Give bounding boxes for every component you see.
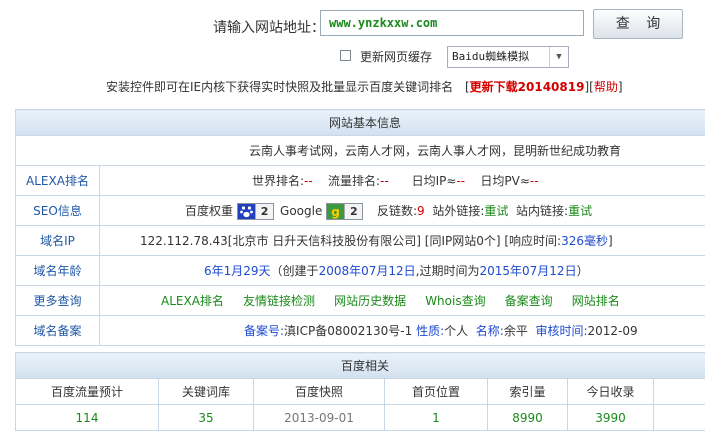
beian-nature-label: 性质: <box>416 324 444 338</box>
svg-text:g: g <box>332 205 341 219</box>
basic-info-title: 网站基本信息 <box>16 110 705 136</box>
beian-no-label: 备案号: <box>244 324 284 338</box>
baidu-weight-label: 百度权重 <box>185 204 233 218</box>
age-values: 6年1月29天（创建于2008年07月12日,过期时间为2015年07月12日） <box>100 256 705 286</box>
beian-audit-value: 2012-09 <box>588 324 638 338</box>
baidu-header-index: 索引量 <box>488 379 568 405</box>
backlinks-label: 反链数: <box>377 204 417 218</box>
baidu-header-today: 今日收录 <box>568 379 654 405</box>
beian-key: 域名备案 <box>16 316 100 346</box>
baidu-value-today[interactable]: 3990 <box>568 405 654 431</box>
query-button[interactable]: 查 询 <box>593 9 683 39</box>
world-rank-label: 世界排名: <box>252 174 304 188</box>
beian-row: 域名备案 备案号:滇ICP备08002130号-1 性质:个人 名称:余平 审核… <box>16 316 705 346</box>
alexa-key: ALEXA排名 <box>16 166 100 196</box>
baidu-header-row: 百度流量预计 关键词库 百度快照 首页位置 索引量 今日收录 <box>16 379 705 405</box>
more-link-beian[interactable]: 备案查询 <box>505 294 553 308</box>
baidu-header-homepage-pos: 首页位置 <box>385 379 488 405</box>
inlinks-label: 站内链接: <box>516 204 568 218</box>
ip-values: 122.112.78.43[北京市 日升天信科技股份有限公司] [同IP网站0个… <box>100 226 705 256</box>
world-rank-value: -- <box>304 174 313 188</box>
seo-key: SEO信息 <box>16 196 100 226</box>
baidu-weight-badge[interactable]: 2 <box>237 203 274 220</box>
google-rank-value: 2 <box>344 204 362 219</box>
help-link[interactable]: 帮助 <box>594 80 618 94</box>
more-row: 更多查询 ALEXA排名 友情链接检测 网站历史数据 Whois查询 备案查询 … <box>16 286 705 316</box>
alexa-row: ALEXA排名 世界排名:-- 流量排名:-- 日均IP≈-- 日均PV≈-- <box>16 166 705 196</box>
more-link-whois[interactable]: Whois查询 <box>425 294 485 308</box>
seo-row: SEO信息 百度权重2Googleg2 反链数:9 站外链接:重试 站内链接:重… <box>16 196 705 226</box>
cache-label: 更新网页缓存 <box>360 48 432 65</box>
beian-no-value: 滇ICP备08002130号-1 <box>284 324 412 338</box>
beian-nature-value: 个人 <box>444 324 468 338</box>
baidu-value-row: 114 35 2013-09-01 1 8990 3990 <box>16 405 705 431</box>
ip-text: 122.112.78.43[北京市 日升天信科技股份有限公司] [同IP网站0个… <box>140 234 561 248</box>
created-value: 2008年07月12日 <box>319 264 416 278</box>
expire-label: ,过期时间为 <box>416 264 480 278</box>
backlinks-value[interactable]: 9 <box>417 204 425 218</box>
install-notice: 安装控件即可在IE内核下获得实时快照及批量显示百度关键词排名 [更新下载2014… <box>106 78 623 95</box>
baidu-value-keywords[interactable]: 35 <box>159 405 254 431</box>
baidu-value-flow: 114 <box>16 405 159 431</box>
spider-select-value: Baidu蜘蛛模拟 <box>452 50 529 63</box>
google-rank-badge[interactable]: g2 <box>326 203 363 220</box>
baidu-value-snapshot[interactable]: 2013-09-01 <box>254 405 385 431</box>
daily-pv-value: -- <box>530 174 539 188</box>
beian-name-label: 名称: <box>476 324 504 338</box>
daily-pv-label: 日均PV≈ <box>480 174 530 188</box>
seo-values: 百度权重2Googleg2 反链数:9 站外链接:重试 站内链接:重试 <box>100 196 705 226</box>
beian-name-value: 余平 <box>504 324 528 338</box>
more-link-alexa[interactable]: ALEXA排名 <box>161 294 224 308</box>
baidu-paw-icon <box>238 204 255 219</box>
more-link-history[interactable]: 网站历史数据 <box>334 294 406 308</box>
notice-bracket-mid: ][ <box>584 80 593 94</box>
ip-row: 域名IP 122.112.78.43[北京市 日升天信科技股份有限公司] [同I… <box>16 226 705 256</box>
baidu-value-spacer <box>654 405 705 431</box>
notice-bracket-close: ] <box>618 80 623 94</box>
expire-value: 2015年07月12日 <box>479 264 576 278</box>
google-label: Google <box>280 204 322 218</box>
baidu-header-flow: 百度流量预计 <box>16 379 159 405</box>
ip-key: 域名IP <box>16 226 100 256</box>
domain-age-value: 6年1月29天 <box>204 264 271 278</box>
flow-rank-value: -- <box>380 174 389 188</box>
flow-rank-label: 流量排名: <box>328 174 380 188</box>
baidu-value-homepage-pos: 1 <box>385 405 488 431</box>
spider-select[interactable]: Baidu蜘蛛模拟 ▼ <box>447 46 569 68</box>
baidu-header-snapshot: 百度快照 <box>254 379 385 405</box>
outlinks-label: 站外链接: <box>432 204 484 218</box>
download-link[interactable]: 更新下载20140819 <box>470 80 585 94</box>
url-input[interactable]: www.ynzkxxw.com <box>320 10 584 36</box>
baidu-header-spacer <box>654 379 705 405</box>
created-label: （创建于 <box>271 264 319 278</box>
baidu-related-table: 百度相关 百度流量预计 关键词库 百度快照 首页位置 索引量 今日收录 114 … <box>15 352 705 431</box>
ip-close: ] <box>608 234 613 248</box>
baidu-weight-value: 2 <box>255 204 273 219</box>
notice-text: 安装控件即可在IE内核下获得实时快照及批量显示百度关键词排名 <box>106 80 453 94</box>
age-close: ） <box>577 264 589 278</box>
outlinks-retry-link[interactable]: 重试 <box>484 204 508 218</box>
url-label: 请输入网站地址： <box>213 17 325 37</box>
site-title: 云南人事考试网，云南人才网，云南人事人才网，昆明新世纪成功教育 <box>16 136 705 166</box>
more-link-friend-links[interactable]: 友情链接检测 <box>243 294 315 308</box>
baidu-value-index[interactable]: 8990 <box>488 405 568 431</box>
basic-info-table: 网站基本信息 云南人事考试网，云南人才网，云南人事人才网，昆明新世纪成功教育 A… <box>15 109 705 346</box>
google-icon: g <box>327 204 344 219</box>
beian-values: 备案号:滇ICP备08002130号-1 性质:个人 名称:余平 审核时间:20… <box>100 316 705 346</box>
inlinks-retry-link[interactable]: 重试 <box>568 204 592 218</box>
more-link-site-rank[interactable]: 网站排名 <box>572 294 620 308</box>
age-row: 域名年龄 6年1月29天（创建于2008年07月12日,过期时间为2015年07… <box>16 256 705 286</box>
daily-ip-value: -- <box>456 174 465 188</box>
response-time-value: 326毫秒 <box>561 234 608 248</box>
more-links: ALEXA排名 友情链接检测 网站历史数据 Whois查询 备案查询 网站排名 <box>100 286 705 316</box>
beian-audit-label: 审核时间: <box>535 324 587 338</box>
cache-checkbox[interactable] <box>340 50 351 61</box>
more-key: 更多查询 <box>16 286 100 316</box>
alexa-values: 世界排名:-- 流量排名:-- 日均IP≈-- 日均PV≈-- <box>100 166 705 196</box>
daily-ip-label: 日均IP≈ <box>412 174 457 188</box>
chevron-down-icon: ▼ <box>549 47 568 67</box>
baidu-related-title: 百度相关 <box>16 353 705 379</box>
age-key: 域名年龄 <box>16 256 100 286</box>
baidu-header-keywords: 关键词库 <box>159 379 254 405</box>
